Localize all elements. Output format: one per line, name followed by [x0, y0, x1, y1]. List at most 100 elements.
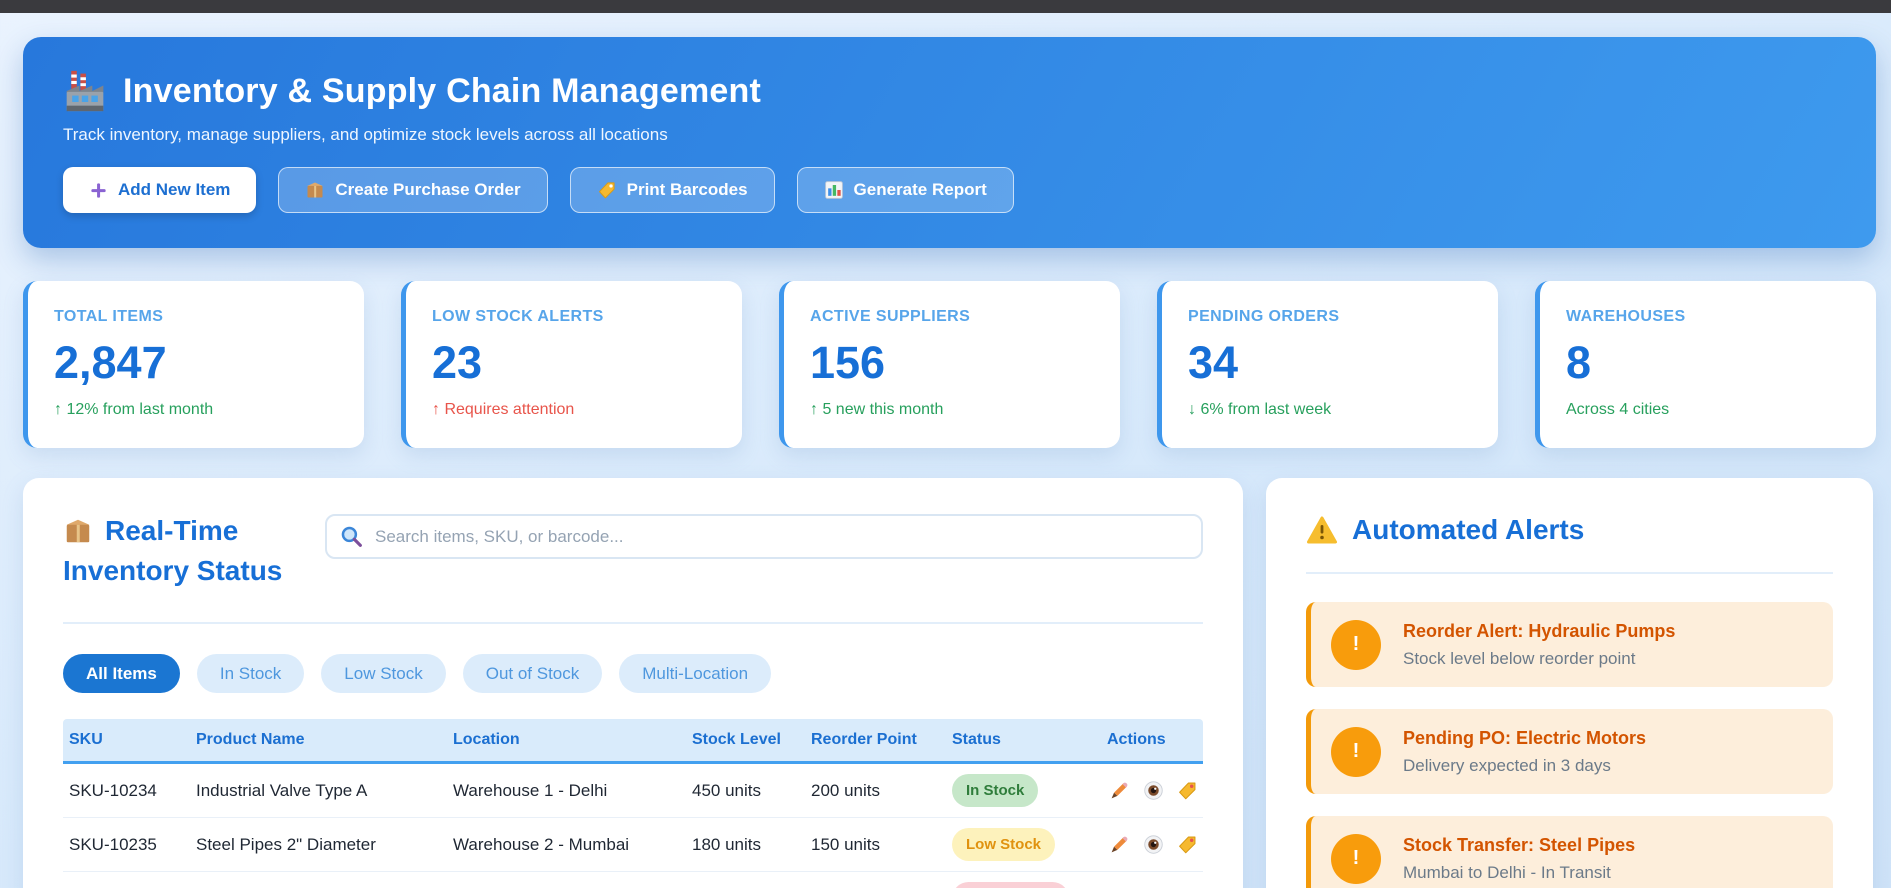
filter-all-items[interactable]: All Items: [63, 654, 180, 693]
alert-description: Delivery expected in 3 days: [1403, 755, 1611, 775]
button-label: Generate Report: [853, 180, 987, 199]
inventory-search: [325, 514, 1203, 559]
header-banner: Inventory & Supply Chain Management Trac…: [23, 37, 1876, 248]
edit-button[interactable]: [1107, 832, 1132, 857]
column-header-status: Status: [952, 731, 1001, 748]
stat-card-total-items: TOTAL ITEMS 2,847 ↑ 12% from last month: [23, 281, 364, 448]
view-button[interactable]: [1141, 832, 1166, 857]
cell-reorder: 200 units: [811, 780, 880, 800]
stat-note: ↓ 6% from last week: [1188, 401, 1332, 418]
page-title: Inventory & Supply Chain Management: [123, 71, 761, 110]
alert-title: Reorder Alert: Hydraulic Pumps: [1403, 620, 1676, 641]
header-actions: Add New Item Create Purchase Order Print…: [63, 167, 1836, 213]
cell-product: Industrial Valve Type A: [196, 780, 368, 800]
status-badge: In Stock: [952, 774, 1039, 807]
column-header-location: Location: [453, 731, 520, 748]
generate-report-button[interactable]: Generate Report: [796, 167, 1014, 213]
alert-exclamation-icon: !: [1331, 833, 1381, 884]
tag-icon: [1177, 836, 1198, 858]
stat-value: 34: [1188, 337, 1239, 388]
stat-note: ↑ 5 new this month: [810, 401, 944, 418]
filter-in-stock[interactable]: In Stock: [196, 654, 305, 693]
inventory-panel: Real-Time Inventory Status All Items In …: [23, 478, 1243, 888]
factory-icon: [63, 69, 107, 113]
column-header-product-name: Product Name: [196, 731, 305, 748]
tag-button[interactable]: [1175, 778, 1200, 803]
eye-icon: [1143, 781, 1164, 804]
plus-icon: [89, 181, 108, 200]
cell-product: Steel Pipes 2" Diameter: [196, 834, 376, 854]
stat-label: ACTIVE SUPPLIERS: [810, 308, 971, 325]
stat-label: TOTAL ITEMS: [54, 308, 164, 325]
cell-reorder: 150 units: [811, 834, 880, 854]
view-button[interactable]: [1141, 778, 1166, 803]
warning-icon: [1306, 515, 1338, 545]
stat-value: 156: [810, 337, 886, 388]
alerts-panel-title: Automated Alerts: [1352, 514, 1585, 545]
window-top-bar: [0, 0, 1891, 13]
alert-description: Stock level below reorder point: [1403, 648, 1636, 668]
add-new-item-button[interactable]: Add New Item: [63, 167, 257, 213]
edit-button[interactable]: [1107, 778, 1132, 803]
page-subtitle: Track inventory, manage suppliers, and o…: [63, 125, 668, 144]
alert-item[interactable]: ! Reorder Alert: Hydraulic Pumps Stock l…: [1306, 602, 1833, 687]
stat-card-low-stock-alerts: LOW STOCK ALERTS 23 ↑ Requires attention: [401, 281, 742, 448]
stat-label: WAREHOUSES: [1566, 308, 1686, 325]
stat-value: 2,847: [54, 337, 167, 388]
button-label: Create Purchase Order: [335, 180, 521, 199]
stat-note: ↑ 12% from last month: [54, 401, 214, 418]
button-label: Add New Item: [118, 180, 231, 199]
table-header-row: SKU Product Name Location Stock Level Re…: [63, 719, 1203, 764]
print-barcodes-button[interactable]: Print Barcodes: [569, 167, 775, 213]
row-actions: [1101, 778, 1203, 803]
filter-out-of-stock[interactable]: Out of Stock: [462, 654, 603, 693]
alert-title: Stock Transfer: Steel Pipes: [1403, 834, 1636, 855]
row-actions: [1101, 832, 1203, 857]
stat-label: PENDING ORDERS: [1188, 308, 1340, 325]
inventory-panel-title-text: Real-Time Inventory Status: [63, 515, 283, 586]
status-badge: Out of Stock: [952, 882, 1070, 888]
stat-card-warehouses: WAREHOUSES 8 Across 4 cities: [1535, 281, 1876, 448]
cell-stock: 180 units: [692, 834, 761, 854]
column-header-stock-level: Stock Level: [692, 731, 781, 748]
eye-icon: [1143, 835, 1164, 858]
alerts-panel: Automated Alerts ! Reorder Alert: Hydrau…: [1266, 478, 1873, 888]
create-purchase-order-button[interactable]: Create Purchase Order: [278, 167, 548, 213]
filter-low-stock[interactable]: Low Stock: [321, 654, 446, 693]
table-row: SKU-10236 Hydraulic Pumps Model X Wareho…: [63, 872, 1203, 888]
tag-icon: [1177, 782, 1198, 804]
inventory-panel-title: Real-Time Inventory Status: [63, 514, 313, 588]
stat-note: ↑ Requires attention: [432, 401, 575, 418]
panel-divider: [63, 622, 1203, 624]
cell-location: Warehouse 1 - Delhi: [453, 780, 608, 800]
cell-stock: 450 units: [692, 780, 761, 800]
column-header-sku: SKU: [69, 731, 103, 748]
edit-icon: [1109, 836, 1130, 858]
stat-card-pending-orders: PENDING ORDERS 34 ↓ 6% from last week: [1157, 281, 1498, 448]
search-icon: [339, 524, 364, 554]
status-badge: Low Stock: [952, 828, 1056, 861]
alert-description: Mumbai to Delhi - In Transit: [1403, 862, 1611, 882]
bar-chart-icon: [824, 180, 844, 200]
edit-icon: [1109, 782, 1130, 804]
tag-icon: [597, 180, 617, 200]
stat-label: LOW STOCK ALERTS: [432, 308, 604, 325]
panel-divider: [1306, 572, 1833, 574]
column-header-reorder-point: Reorder Point: [811, 731, 917, 748]
table-row: SKU-10234 Industrial Valve Type A Wareho…: [63, 764, 1203, 818]
column-header-actions: Actions: [1107, 731, 1166, 748]
alert-exclamation-icon: !: [1331, 726, 1381, 777]
tag-button[interactable]: [1175, 832, 1200, 857]
stat-value: 8: [1566, 337, 1592, 388]
alert-item[interactable]: ! Stock Transfer: Steel Pipes Mumbai to …: [1306, 816, 1833, 888]
stat-note: Across 4 cities: [1566, 401, 1670, 418]
search-input[interactable]: [325, 514, 1203, 559]
cell-sku: SKU-10234: [69, 780, 157, 800]
package-icon: [305, 180, 325, 200]
table-row: SKU-10235 Steel Pipes 2" Diameter Wareho…: [63, 818, 1203, 872]
alert-item[interactable]: ! Pending PO: Electric Motors Delivery e…: [1306, 709, 1833, 794]
stats-row: TOTAL ITEMS 2,847 ↑ 12% from last month …: [23, 281, 1876, 448]
filter-multi-location[interactable]: Multi-Location: [619, 654, 772, 693]
cell-sku: SKU-10235: [69, 834, 157, 854]
cell-location: Warehouse 2 - Mumbai: [453, 834, 630, 854]
